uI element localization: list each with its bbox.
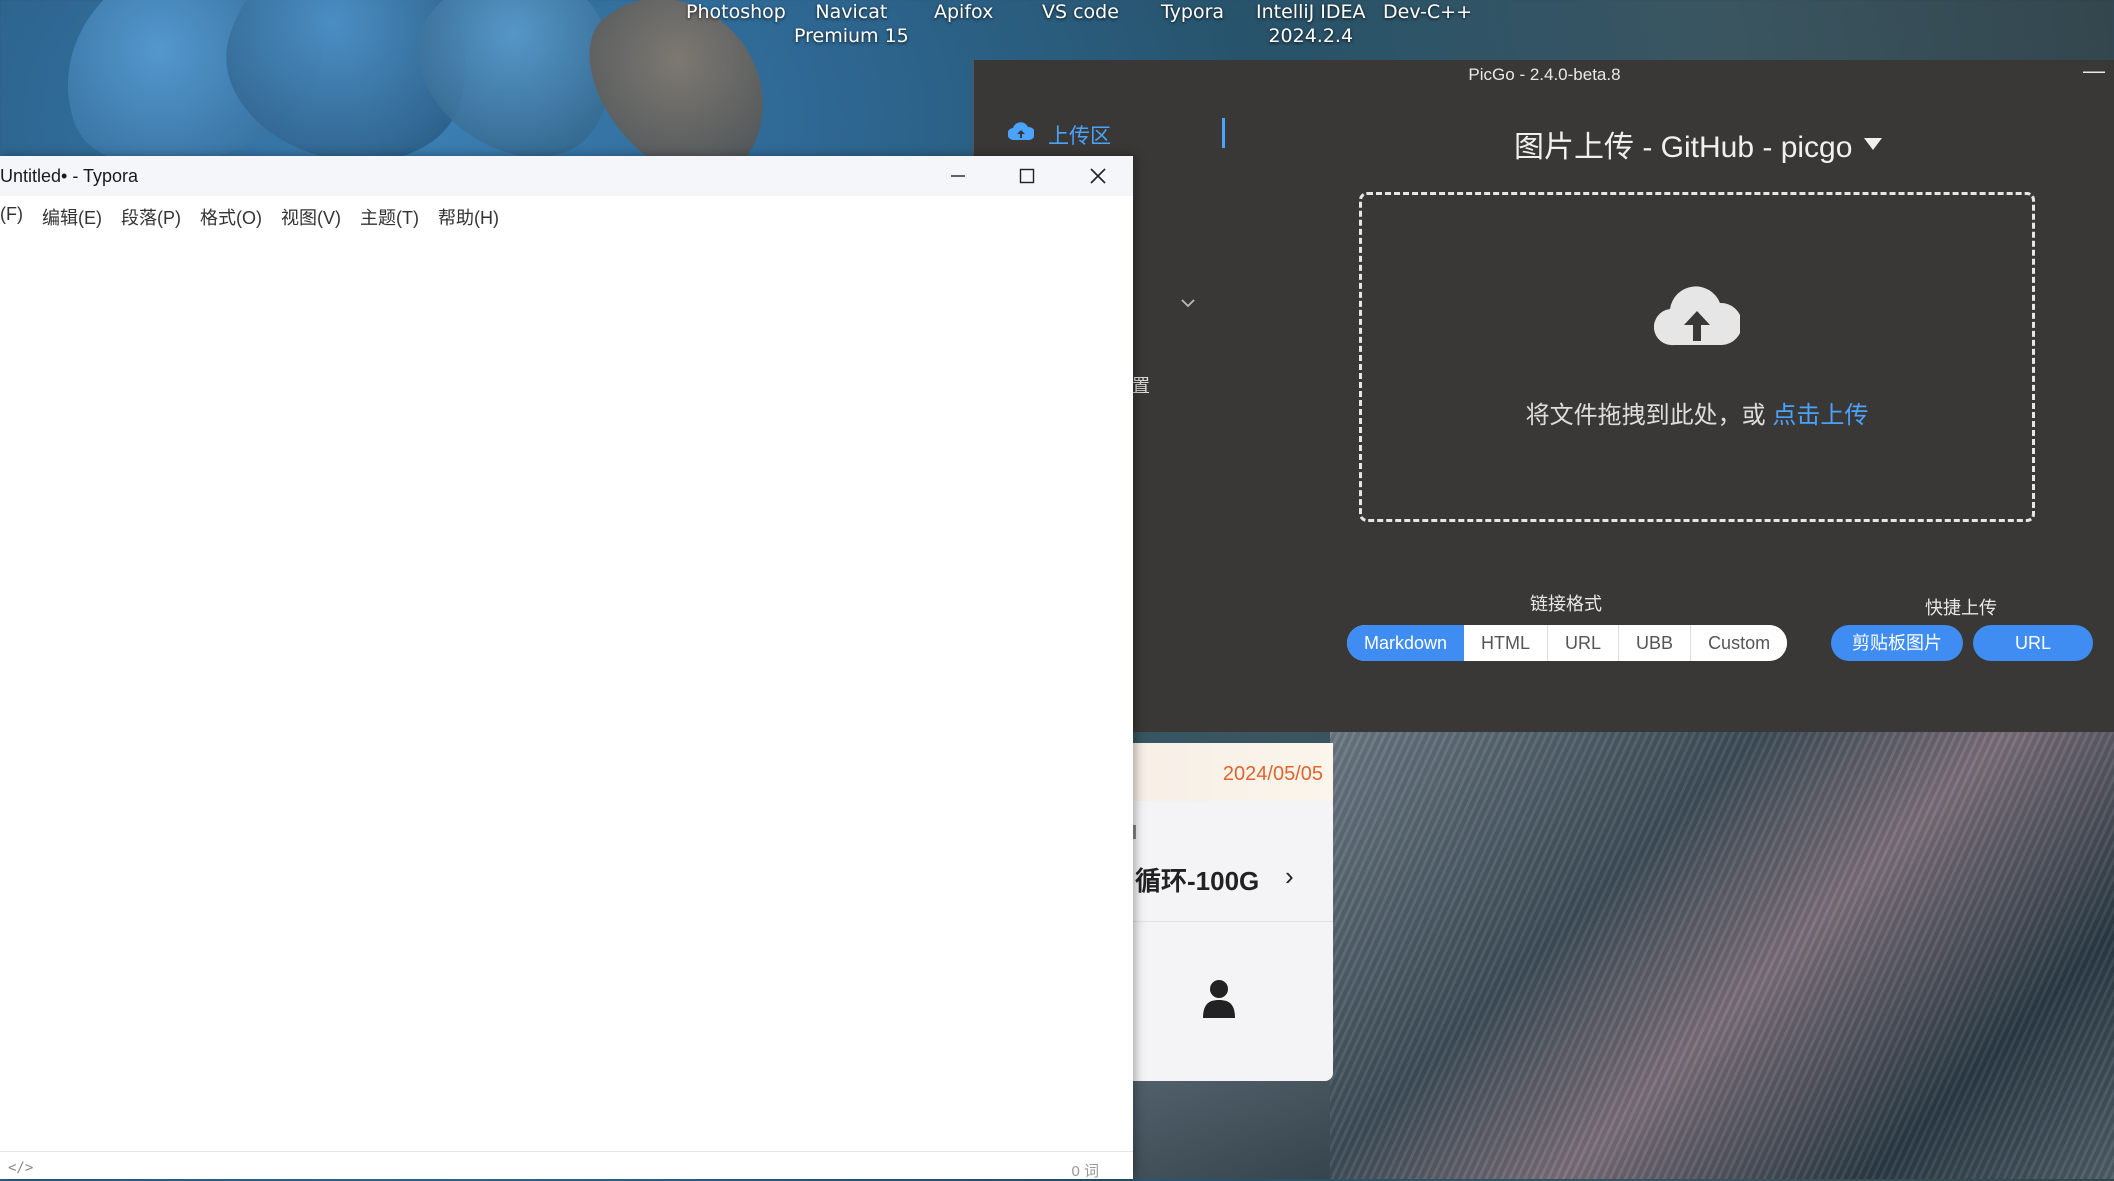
minimize-button[interactable]: — bbox=[2083, 60, 2105, 82]
close-button[interactable] bbox=[1082, 160, 1114, 192]
upload-target-selector[interactable]: 图片上传 - GitHub - picgo bbox=[1514, 122, 1883, 166]
word-count[interactable]: 0 词 bbox=[1071, 1160, 1099, 1181]
format-ubb-button[interactable]: UBB bbox=[1619, 625, 1692, 661]
menu-bar: (F) 编辑(E) 段落(P) 格式(O) 视图(V) 主题(T) 帮助(H) bbox=[0, 204, 518, 234]
clipboard-upload-button[interactable]: 剪贴板图片 bbox=[1831, 625, 1963, 661]
menu-edit[interactable]: 编辑(E) bbox=[42, 204, 102, 234]
source-mode-toggle[interactable]: </> bbox=[8, 1160, 33, 1176]
plan-title[interactable]: 循环-100G bbox=[1135, 861, 1259, 898]
sidebar-item-label: 上传区 bbox=[1048, 125, 1111, 148]
wallpaper-bottom bbox=[1130, 1080, 1330, 1179]
page-title: 图片上传 - GitHub - picgo bbox=[1514, 131, 1853, 164]
desktop-icon-vscode[interactable]: VS code bbox=[1042, 0, 1119, 24]
title-bar: Untitled• - Typora bbox=[0, 156, 1133, 196]
link-format-group: Markdown HTML URL UBB Custom bbox=[1347, 625, 1788, 661]
sidebar-active-indicator bbox=[1222, 118, 1225, 148]
format-custom-button[interactable]: Custom bbox=[1691, 625, 1788, 661]
quick-upload-title: 快捷上传 bbox=[1925, 598, 1997, 618]
desktop-icon-navicat[interactable]: Navicat Premium 15 bbox=[794, 0, 909, 48]
menu-paragraph[interactable]: 段落(P) bbox=[121, 204, 181, 234]
wallpaper-bottom bbox=[1330, 732, 2114, 1179]
window-title: Untitled• - Typora bbox=[0, 166, 139, 186]
card-date: 2024/05/05 bbox=[1222, 763, 1323, 785]
format-url-button[interactable]: URL bbox=[1548, 625, 1620, 661]
cloud-upload-icon bbox=[1007, 122, 1036, 148]
click-upload-link[interactable]: 点击上传 bbox=[1772, 402, 1868, 429]
upload-dropzone[interactable]: 将文件拖拽到此处，或 点击上传 bbox=[1359, 192, 2035, 522]
chevron-right-icon[interactable]: › bbox=[1285, 861, 1294, 892]
format-html-button[interactable]: HTML bbox=[1464, 625, 1549, 661]
sidebar-item-upload[interactable]: 上传区 bbox=[1007, 120, 1111, 150]
user-icon[interactable] bbox=[1201, 978, 1237, 1023]
minimize-button[interactable] bbox=[942, 160, 974, 192]
editor-area[interactable] bbox=[0, 246, 1133, 1146]
partial-label: 置 bbox=[1132, 376, 1150, 396]
status-bar: </> 0 词 bbox=[0, 1151, 1133, 1180]
desktop-icon-intellij[interactable]: IntelliJ IDEA 2024.2.4 bbox=[1256, 0, 1366, 48]
cloud-upload-icon bbox=[1653, 285, 1743, 354]
url-upload-button[interactable]: URL bbox=[1973, 625, 2093, 661]
desktop-icon-apifox[interactable]: Apifox bbox=[934, 0, 993, 24]
menu-format[interactable]: 格式(O) bbox=[200, 204, 262, 234]
background-app-card: 2024/05/05 循环-100G › bbox=[1133, 743, 1333, 1081]
menu-view[interactable]: 视图(V) bbox=[281, 204, 341, 234]
link-format-title: 链接格式 bbox=[1530, 594, 1602, 614]
card-header: 2024/05/05 bbox=[1133, 743, 1333, 801]
menu-help[interactable]: 帮助(H) bbox=[438, 204, 499, 234]
typora-window: Untitled• - Typora (F) 编辑(E) 段落(P) 格式(O)… bbox=[0, 156, 1133, 1180]
maximize-button[interactable] bbox=[1011, 160, 1043, 192]
caret-down-icon bbox=[1864, 138, 1883, 150]
desktop-icon-typora[interactable]: Typora bbox=[1161, 0, 1224, 24]
divider bbox=[1133, 921, 1333, 922]
format-markdown-button[interactable]: Markdown bbox=[1347, 625, 1465, 661]
dropzone-hint: 将文件拖拽到此处，或 点击上传 bbox=[1362, 395, 2032, 430]
window-title: PicGo - 2.4.0-beta.8 bbox=[1468, 65, 1621, 84]
chevron-down-icon[interactable] bbox=[1180, 292, 1196, 313]
card-marker bbox=[1133, 825, 1136, 839]
menu-file[interactable]: (F) bbox=[0, 204, 23, 234]
dropzone-text: 将文件拖拽到此处，或 bbox=[1525, 402, 1773, 429]
desktop-icon-devcpp[interactable]: Dev-C++ bbox=[1383, 0, 1472, 24]
desktop-icon-photoshop[interactable]: Photoshop bbox=[686, 0, 786, 24]
menu-theme[interactable]: 主题(T) bbox=[360, 204, 419, 234]
